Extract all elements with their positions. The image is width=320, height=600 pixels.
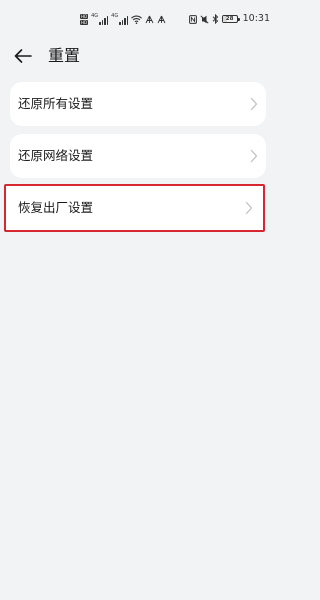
chevron-right-icon	[250, 149, 258, 163]
sim2-hd-badge: HD	[80, 19, 89, 25]
signal-1-icon: 4G	[91, 12, 109, 25]
reset-network-settings-item[interactable]: 还原网络设置	[10, 134, 266, 178]
network-type-1: 4G	[91, 12, 99, 19]
network-type-2: 4G	[111, 12, 119, 19]
signal-2-icon: 4G	[111, 12, 129, 25]
status-bar: HD HD 4G 4G 28 10:31	[0, 0, 276, 38]
status-time: 10:31	[242, 13, 270, 24]
wifi-icon	[131, 15, 143, 24]
battery-icon: 28	[221, 15, 240, 23]
hotspot-icon	[145, 15, 154, 23]
nfc-icon	[188, 14, 197, 24]
app-header: 重置	[0, 38, 276, 74]
status-left-group: HD HD 4G 4G	[80, 12, 166, 26]
battery-level: 28	[225, 16, 234, 22]
reset-all-settings-item[interactable]: 还原所有设置	[10, 82, 266, 126]
item-label: 还原所有设置	[18, 96, 94, 111]
bluetooth-icon	[212, 14, 218, 24]
sim-indicator: HD HD	[80, 13, 89, 25]
arrow-left-icon	[14, 49, 32, 63]
hotspot-2-icon	[157, 15, 166, 23]
page-title: 重置	[48, 46, 81, 65]
chevron-right-icon	[250, 97, 258, 111]
chevron-right-icon	[245, 201, 253, 215]
item-label: 恢复出厂设置	[18, 200, 94, 215]
silent-icon	[200, 14, 209, 24]
item-label: 还原网络设置	[18, 148, 94, 163]
sim1-hd-badge: HD	[80, 13, 89, 19]
status-right-group: 28 10:31	[188, 12, 270, 26]
back-button[interactable]	[10, 45, 36, 67]
factory-reset-item[interactable]: 恢复出厂设置	[4, 184, 265, 232]
